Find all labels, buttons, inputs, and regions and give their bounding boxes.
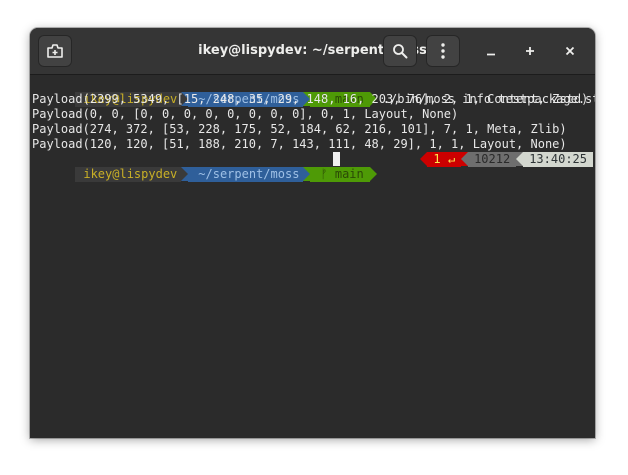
close-icon (565, 46, 575, 56)
close-button[interactable] (560, 41, 580, 61)
headerbar: ikey@lispydev: ~/serpent/moss (30, 28, 595, 75)
exit-status: 1 ↵ (427, 152, 462, 167)
text-cursor (333, 152, 340, 166)
prompt-separator (181, 167, 189, 181)
maximize-icon (526, 47, 534, 55)
prompt-host: ikey@lispydev (75, 167, 182, 182)
search-button[interactable] (383, 35, 417, 67)
output-line: Payload(120, 120, [51, 188, 210, 7, 143,… (32, 137, 567, 151)
minimize-icon (487, 53, 495, 56)
right-prompt: 1 ↵ 10212 13:40:25 (420, 152, 593, 167)
search-icon (393, 44, 408, 59)
prompt-separator (303, 167, 311, 181)
prompt-time: 13:40:25 (523, 152, 593, 167)
output-line: Payload(2399, 5349, [15, 248, 35, 29, 14… (32, 92, 589, 106)
prompt-line: ikey@lispydev ~/serpent/moss ᚠ main (32, 152, 377, 182)
output-line: Payload(0, 0, [0, 0, 0, 0, 0, 0, 0, 0], … (32, 107, 459, 121)
prompt-line: ikey@lispydev ~/serpent/moss ᚠ main ./bin/m… (32, 77, 595, 107)
new-tab-button[interactable] (38, 35, 72, 67)
menu-button[interactable] (426, 35, 460, 67)
maximize-button[interactable] (520, 41, 540, 61)
prompt-separator (369, 167, 377, 181)
window-title: ikey@lispydev: ~/serpent/moss (198, 43, 427, 58)
new-tab-icon (47, 44, 63, 58)
kebab-menu-icon (441, 43, 445, 59)
minimize-button[interactable] (481, 41, 501, 61)
prompt-separator (516, 152, 524, 166)
history-number: 10212 (468, 152, 517, 167)
prompt-git-branch: ᚠ main (310, 167, 370, 182)
terminal-window: ikey@lispydev: ~/serpent/moss ikey@lispy… (30, 28, 595, 438)
prompt-separator (420, 152, 428, 166)
prompt-path: ~/serpent/moss (188, 167, 304, 182)
output-line: Payload(274, 372, [53, 228, 175, 52, 184… (32, 122, 567, 136)
prompt-separator (461, 152, 469, 166)
terminal-area[interactable]: ikey@lispydev ~/serpent/moss ᚠ main ./bin/m… (30, 75, 595, 438)
